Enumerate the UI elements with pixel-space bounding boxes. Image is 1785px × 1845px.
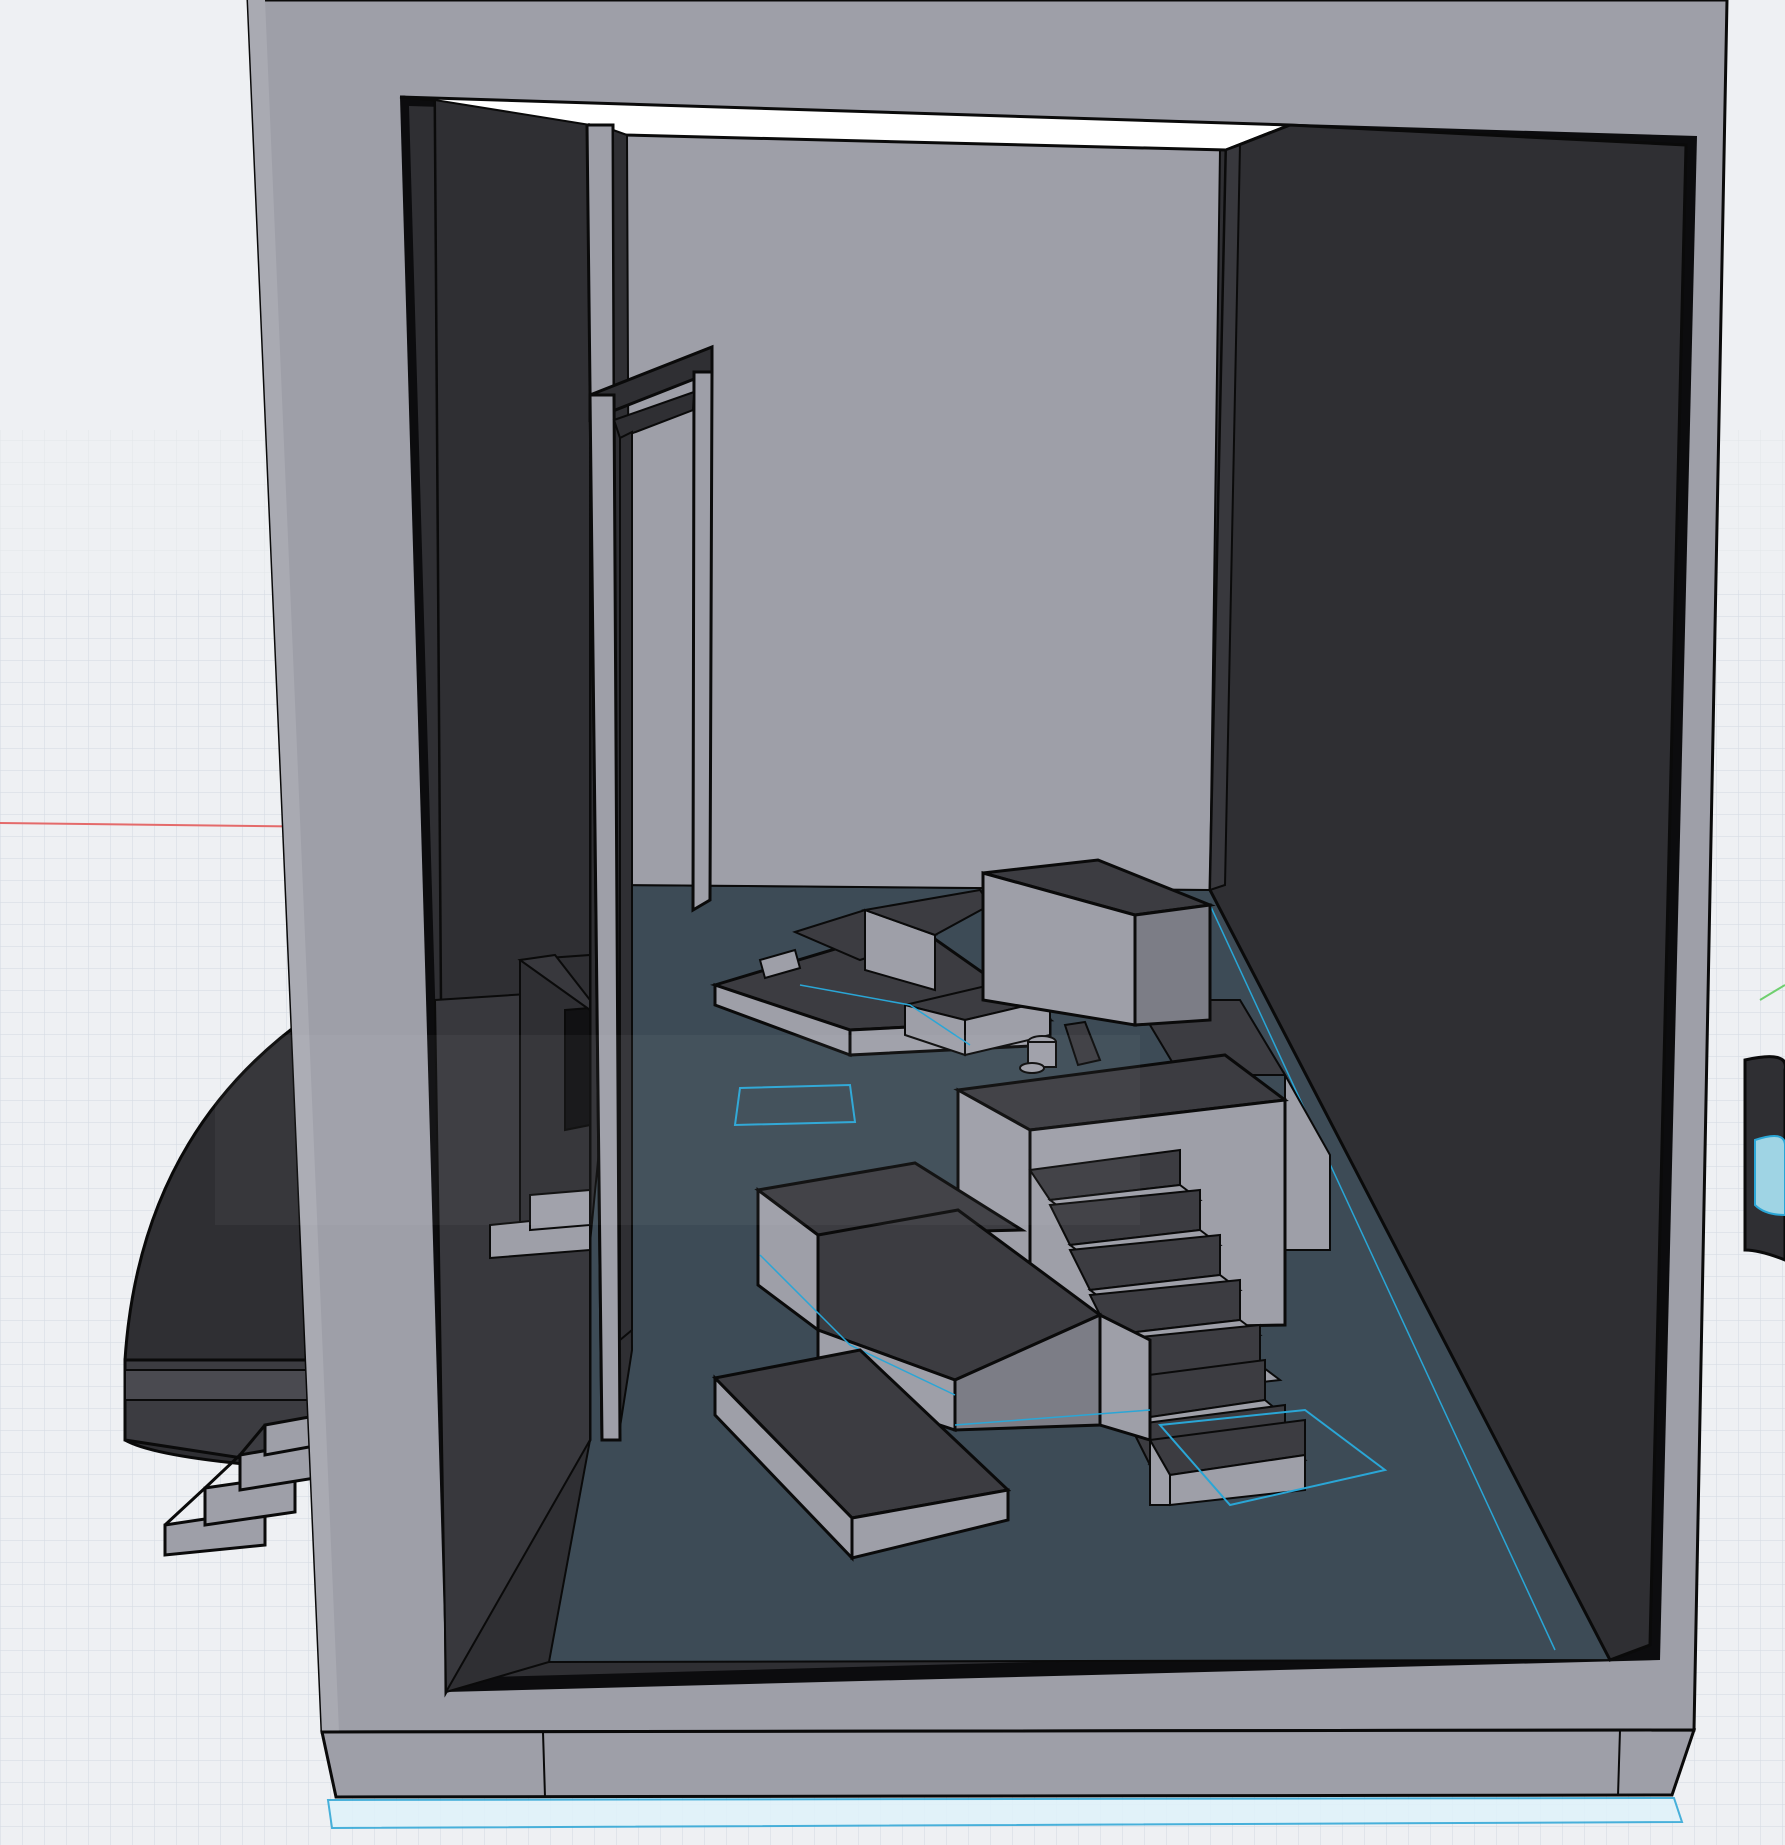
3d-viewport[interactable] (0, 0, 1785, 1845)
base-plinth[interactable] (320, 1728, 1697, 1830)
exterior-ring-right (1743, 1055, 1785, 1262)
left-wall-interior (433, 98, 591, 1696)
viewport-canvas[interactable] (0, 0, 1785, 1845)
floor-selection-band (215, 1035, 1140, 1225)
plinth-selection-outline (326, 1796, 1684, 1830)
